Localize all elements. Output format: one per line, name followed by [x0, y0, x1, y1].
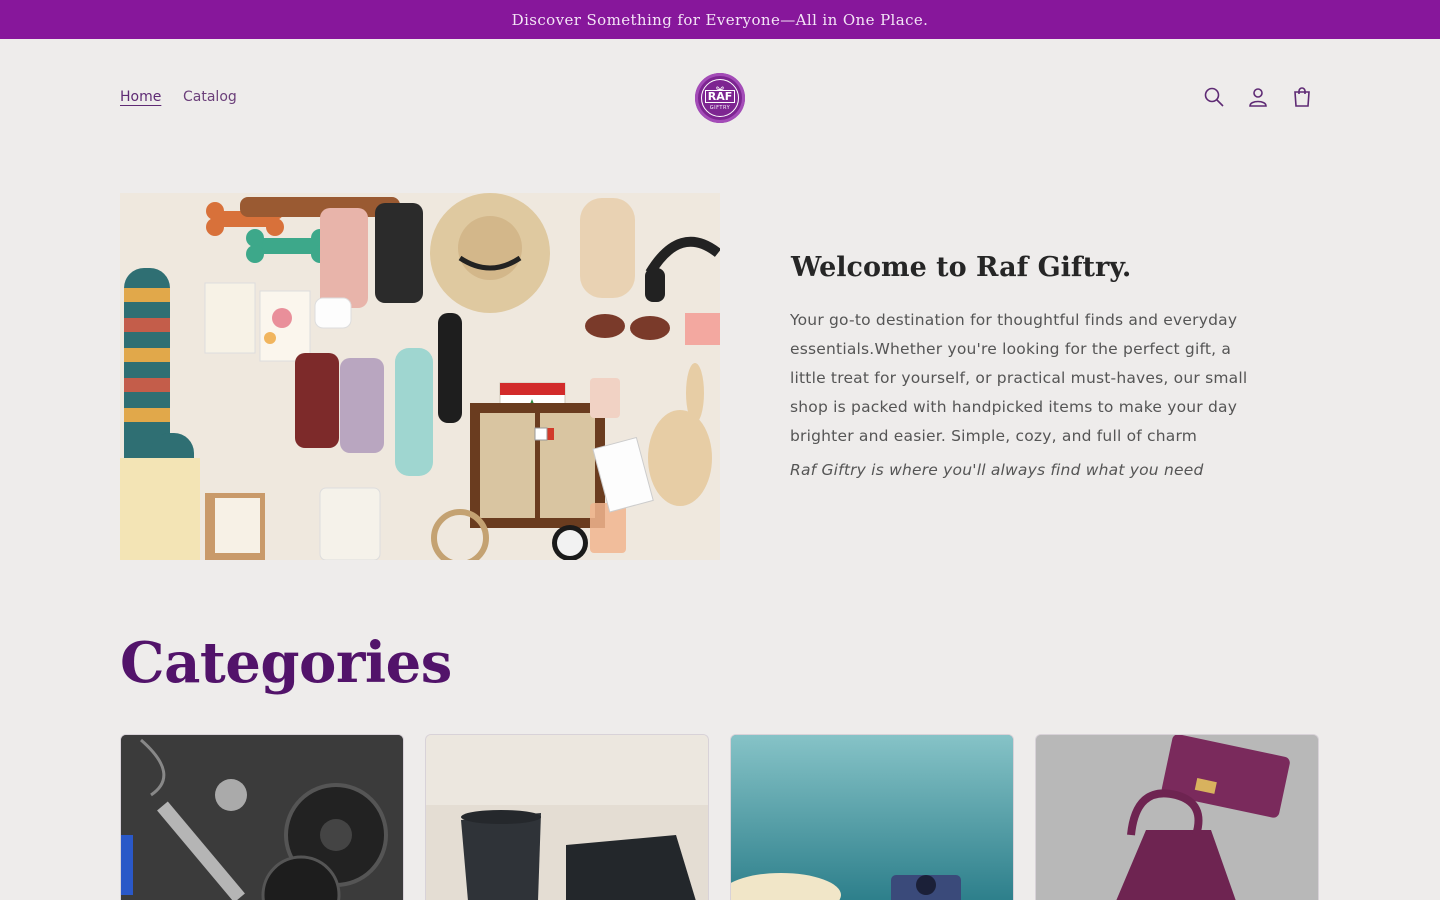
site-header: Home Catalog RAF GIFTRY	[0, 39, 1440, 156]
category-image-fitness	[121, 735, 403, 900]
hero-description: Your go-to destination for thoughtful fi…	[790, 311, 1248, 445]
category-card-travel[interactable]	[730, 734, 1014, 900]
hero-flatlay-illustration	[120, 193, 720, 560]
hero-image	[120, 193, 720, 560]
hero-title: Welcome to Raf Giftry.	[791, 252, 1132, 283]
logo-text-giftry: GIFTRY	[709, 105, 731, 111]
hero-tagline: Raf Giftry is where you'll always find w…	[790, 461, 1204, 479]
category-card-fitness[interactable]	[120, 734, 404, 900]
search-icon[interactable]	[1202, 85, 1226, 109]
category-image-cups	[426, 735, 708, 900]
logo-badge: RAF GIFTRY	[701, 79, 739, 117]
announcement-bar: Discover Something for Everyone—All in O…	[0, 0, 1440, 39]
nav-home-link[interactable]: Home	[120, 89, 161, 105]
account-icon[interactable]	[1246, 85, 1270, 109]
cart-icon[interactable]	[1290, 85, 1314, 109]
category-card-cups[interactable]	[425, 734, 709, 900]
logo-text-raf: RAF	[704, 90, 736, 103]
categories-heading: Categories	[120, 630, 452, 696]
category-image-bags	[1036, 735, 1318, 900]
announcement-text: Discover Something for Everyone—All in O…	[511, 10, 929, 29]
category-card-bags[interactable]	[1035, 734, 1319, 900]
nav-catalog-link[interactable]: Catalog	[183, 89, 237, 105]
category-image-travel	[731, 735, 1013, 900]
site-logo[interactable]: RAF GIFTRY	[695, 73, 745, 123]
